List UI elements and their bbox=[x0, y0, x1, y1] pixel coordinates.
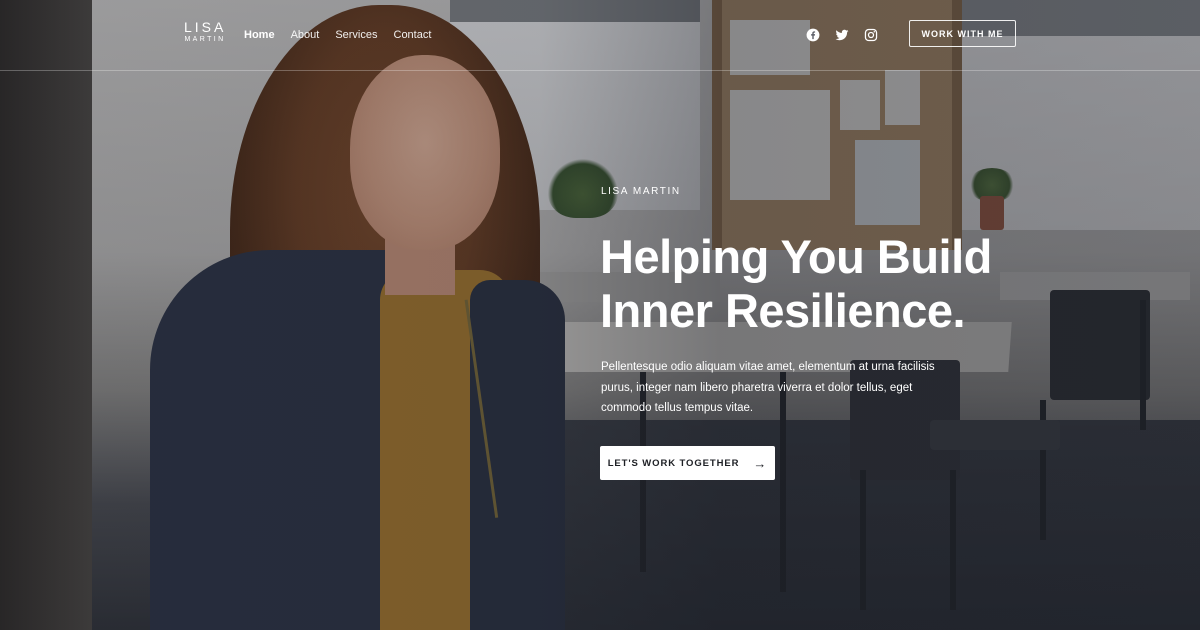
work-with-me-button[interactable]: WORK WITH ME bbox=[909, 20, 1016, 47]
headline-line-1: Helping You Build bbox=[600, 230, 992, 283]
lets-work-together-button[interactable]: LET'S WORK TOGETHER → bbox=[600, 446, 775, 480]
site-logo[interactable]: LISA MARTIN bbox=[184, 20, 226, 45]
hero-description: Pellentesque odio aliquam vitae amet, el… bbox=[601, 361, 935, 414]
hero-headline: Helping You Build Inner Resilience. bbox=[600, 230, 1040, 338]
twitter-icon[interactable] bbox=[835, 28, 849, 42]
main-nav: Home About Services Contact bbox=[244, 28, 431, 42]
nav-item-home[interactable]: Home bbox=[244, 28, 275, 42]
logo-subtitle: MARTIN bbox=[184, 36, 226, 43]
headline-line-2: Inner Resilience. bbox=[600, 284, 966, 337]
nav-item-about[interactable]: About bbox=[291, 28, 320, 42]
site-header: LISA MARTIN Home About Services Contact … bbox=[0, 0, 1200, 71]
nav-item-services[interactable]: Services bbox=[335, 28, 377, 42]
facebook-icon[interactable] bbox=[806, 28, 820, 42]
logo-name: LISA bbox=[184, 19, 227, 35]
cta-label: LET'S WORK TOGETHER bbox=[607, 457, 740, 469]
instagram-icon[interactable] bbox=[864, 28, 878, 42]
social-links bbox=[806, 28, 878, 42]
arrow-right-icon: → bbox=[753, 455, 768, 471]
nav-item-contact[interactable]: Contact bbox=[394, 28, 432, 42]
hero-eyebrow: LISA MARTIN bbox=[601, 186, 681, 197]
